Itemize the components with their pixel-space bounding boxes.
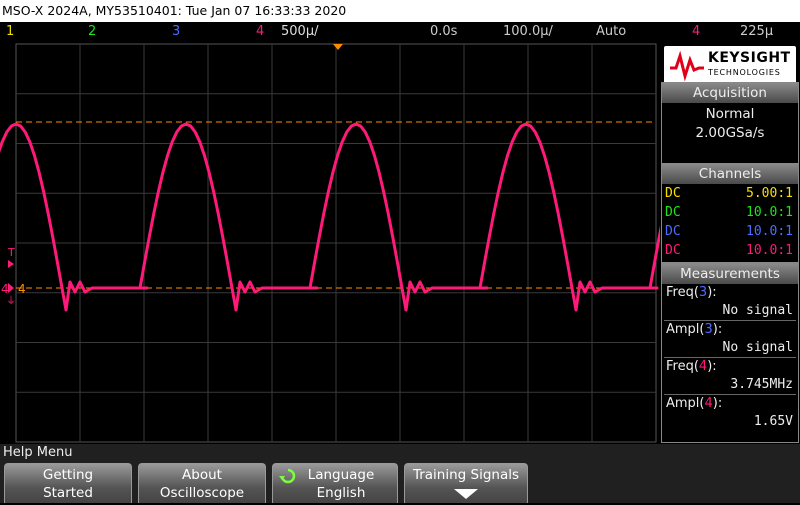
measurement-item: Freq(4): 3.745MHz — [662, 358, 798, 394]
acquisition-header: Acquisition — [662, 83, 798, 103]
channel-4-indicator[interactable]: 4 — [256, 22, 264, 42]
menu-title: Help Menu — [3, 445, 72, 460]
keysight-logo: KEYSIGHT TECHNOLOGIES — [664, 46, 796, 84]
acquisition-panel[interactable]: Acquisition Normal 2.00GSa/s — [661, 82, 799, 165]
trigger-level[interactable]: 225µ — [740, 22, 773, 42]
acquisition-mode: Normal — [662, 105, 798, 124]
logo-name: KEYSIGHT — [708, 50, 791, 66]
status-bar: 1 2 3 4 500µ/ 0.0s 100.0µ/ Auto 🢽 4 225µ — [0, 22, 800, 42]
probe-ratio: 10.0:1 — [746, 203, 793, 222]
softkey-bar: Help Menu Getting Started About Oscillos… — [0, 444, 800, 503]
submenu-arrow-icon — [451, 486, 481, 500]
zoom-scale[interactable]: 100.0µ/ — [503, 22, 553, 42]
probe-ratio: 10.0:1 — [746, 241, 793, 260]
softkey-line1: About — [139, 466, 265, 484]
channel-2-indicator[interactable]: 2 — [88, 22, 96, 42]
language-button[interactable]: Language English — [272, 463, 398, 503]
measurement-value: No signal — [662, 339, 798, 357]
channels-panel[interactable]: Channels DC 5.00:1 DC 10.0:1 DC 10.0:1 D… — [661, 163, 799, 263]
channel-3-indicator[interactable]: 3 — [172, 22, 180, 42]
softkey-line1: Getting — [5, 466, 131, 484]
ground-level-label: 4 — [18, 282, 26, 296]
measurements-header: Measurements — [662, 264, 798, 284]
window-title: MSO-X 2024A, MY53510401: Tue Jan 07 16:3… — [0, 0, 800, 22]
getting-started-button[interactable]: Getting Started — [4, 463, 132, 503]
ground-icon: ⏚ — [6, 295, 16, 307]
probe-ratio: 10.0:1 — [746, 222, 793, 241]
channel-row-1: DC 5.00:1 — [662, 184, 798, 203]
sample-rate: 2.00GSa/s — [662, 124, 798, 143]
trigger-delay[interactable]: 0.0s — [430, 22, 457, 42]
measurements-panel[interactable]: Measurements Freq(3): No signal Ampl(3):… — [661, 263, 799, 443]
timebase-scale[interactable]: 500µ/ — [281, 22, 318, 42]
trigger-source[interactable]: 4 — [692, 22, 700, 42]
softkey-line2: Started — [5, 484, 131, 502]
trigger-mode[interactable]: Auto — [596, 22, 626, 42]
trigger-label: T — [7, 246, 15, 259]
channel-1-indicator[interactable]: 1 — [6, 22, 14, 42]
measurement-item: Ampl(4): 1.65V — [662, 395, 798, 431]
measurement-value: 1.65V — [662, 413, 798, 431]
keysight-wave-icon — [666, 46, 706, 84]
coupling: DC — [665, 241, 681, 260]
ch4-marker-label: 4 — [1, 282, 9, 296]
measurement-value: 3.745MHz — [662, 376, 798, 394]
channel-row-3: DC 10.0:1 — [662, 222, 798, 241]
side-panel: KEYSIGHT TECHNOLOGIES Acquisition Normal… — [660, 42, 800, 444]
channel-row-2: DC 10.0:1 — [662, 203, 798, 222]
measurement-item: Ampl(3): No signal — [662, 321, 798, 357]
coupling: DC — [665, 203, 681, 222]
softkey-line1: Training Signals — [405, 466, 527, 484]
softkey-line2: Oscilloscope — [139, 484, 265, 502]
waveform-display[interactable]: T 4 ⏚ 4 — [0, 42, 660, 444]
measurement-item: Freq(3): No signal — [662, 284, 798, 320]
probe-ratio: 5.00:1 — [746, 184, 793, 203]
training-signals-button[interactable]: Training Signals — [404, 463, 528, 503]
coupling: DC — [665, 184, 681, 203]
channel-row-4: DC 10.0:1 — [662, 241, 798, 260]
about-oscilloscope-button[interactable]: About Oscilloscope — [138, 463, 266, 503]
coupling: DC — [665, 222, 681, 241]
channels-header: Channels — [662, 164, 798, 184]
logo-sub: TECHNOLOGIES — [708, 68, 781, 77]
softkey-line2: English — [273, 484, 397, 502]
measurement-value: No signal — [662, 302, 798, 320]
rotate-knob-icon — [279, 467, 297, 485]
